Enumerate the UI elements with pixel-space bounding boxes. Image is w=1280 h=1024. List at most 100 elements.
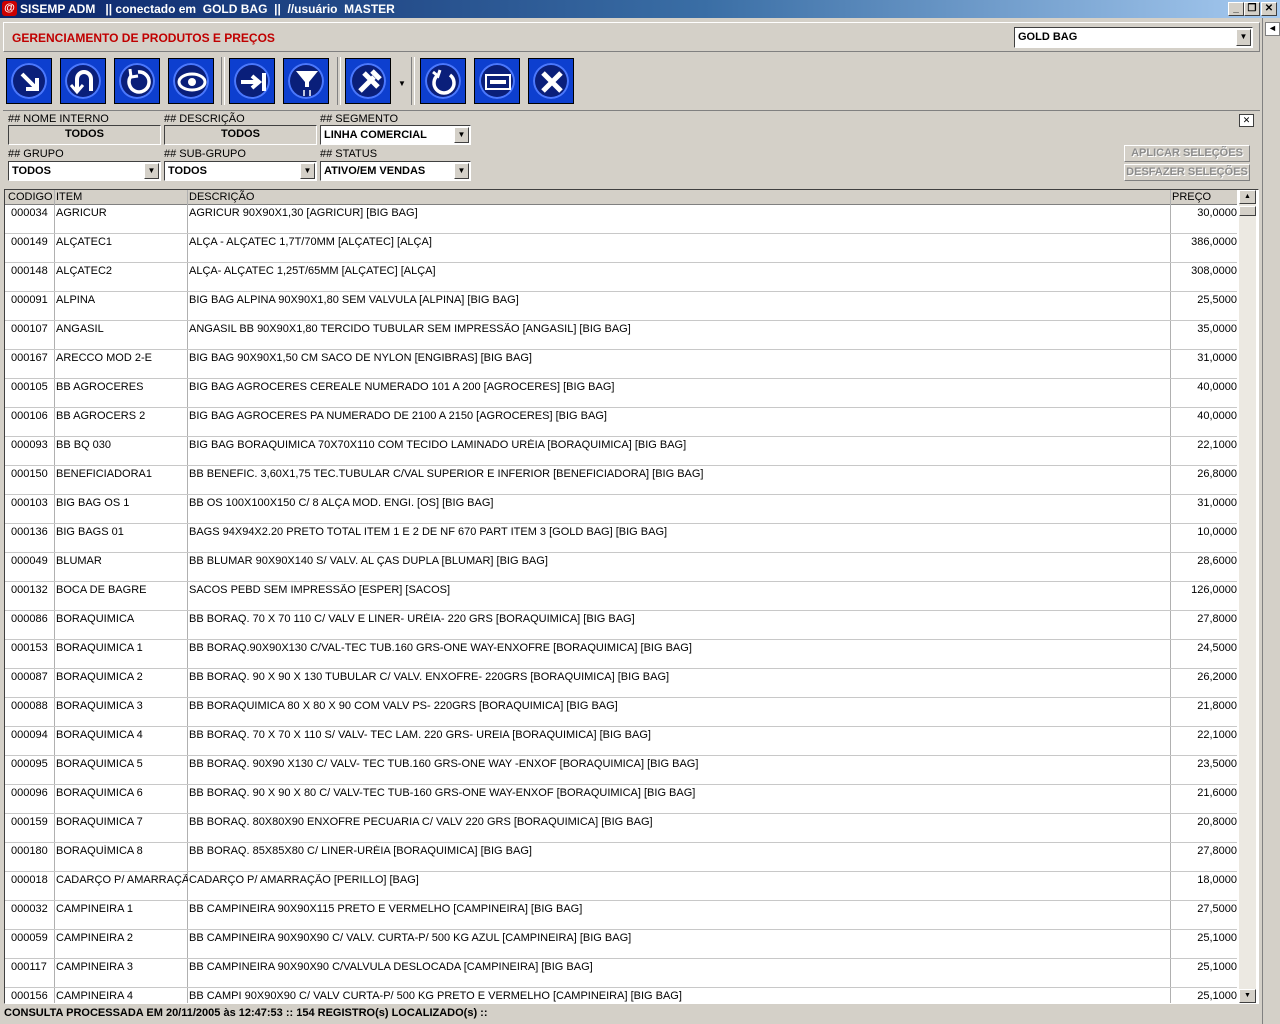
chevron-down-icon[interactable]: ▼ xyxy=(144,163,159,179)
chevron-down-icon[interactable]: ▼ xyxy=(454,163,469,179)
table-row[interactable]: 000159 BORAQUIMICA 7 BB BORAQ. 80X80X90 EN… xyxy=(5,814,1237,843)
cell-item: ARECCO MOD 2-E xyxy=(56,352,152,364)
scroll-thumb[interactable] xyxy=(1239,206,1256,216)
close-window-button[interactable]: ✕ xyxy=(1261,2,1277,16)
table-row[interactable]: 000103 BIG BAG OS 1 BB OS 100X100X150 C/ 8… xyxy=(5,495,1237,524)
cell-descricao: BIG BAG AGROCERES CEREALE NUMERADO 101 A… xyxy=(189,381,615,393)
table-row[interactable]: 000132 BOCA DE BAGRE SACOS PEBD SEM IMPRES… xyxy=(5,582,1237,611)
table-row[interactable]: 000136 BIG BAGS 01 BAGS 94X94X2.20 PRETO T… xyxy=(5,524,1237,553)
products-table: CODIGO ITEM DESCRIÇÃO PREÇO 000034 AGRICU… xyxy=(4,189,1259,1004)
apply-selections-button[interactable]: APLICAR SELEÇÕES xyxy=(1124,145,1250,162)
cell-descricao: BB CAMPINEIRA 90X90X115 PRETO E VERMELHO… xyxy=(189,903,583,915)
table-row[interactable]: 000167 ARECCO MOD 2-E BIG BAG 90X90X1,50 C… xyxy=(5,350,1237,379)
cell-item: BORAQUIMICA 5 xyxy=(56,758,143,770)
restore-button[interactable]: ❐ xyxy=(1244,2,1260,16)
cell-codigo: 000180 xyxy=(11,845,48,857)
cell-descricao: BB BORAQ. 80X80X90 ENXOFRE PECUARIA C/ V… xyxy=(189,816,653,828)
enter-button[interactable] xyxy=(6,58,52,104)
table-row[interactable]: 000086 BORAQUIMICA BB BORAQ. 70 X 70 110 C… xyxy=(5,611,1237,640)
table-row[interactable]: 000091 ALPINA BIG BAG ALPINA 90X90X1,80 SE… xyxy=(5,292,1237,321)
column-header-preco[interactable]: PREÇO xyxy=(1172,191,1211,203)
table-row[interactable]: 000105 BB AGROCERES BIG BAG AGROCERES CERE… xyxy=(5,379,1237,408)
column-header-codigo[interactable]: CODIGO xyxy=(8,191,53,203)
grupo-select[interactable]: TODOS ▼ xyxy=(8,161,161,181)
cell-codigo: 000018 xyxy=(11,874,48,886)
table-header: CODIGO ITEM DESCRIÇÃO PREÇO xyxy=(5,190,1237,205)
cell-item: CAMPINEIRA 1 xyxy=(56,903,134,915)
tools-button[interactable] xyxy=(345,58,391,104)
table-row[interactable]: 000095 BORAQUIMICA 5 BB BORAQ. 90X90 X130 … xyxy=(5,756,1237,785)
cell-item: CADARÇO P/ AMARRAÇÃO xyxy=(56,874,188,886)
close-button[interactable] xyxy=(528,58,574,104)
undo-selections-button[interactable]: DESFAZER SELEÇÕES xyxy=(1124,164,1250,181)
view-button[interactable] xyxy=(168,58,214,104)
cell-codigo: 000087 xyxy=(11,671,48,683)
column-header-item[interactable]: ITEM xyxy=(56,191,82,203)
refresh-button[interactable] xyxy=(114,58,160,104)
table-row[interactable]: 000149 ALÇATEC1 ALÇA - ALÇATEC 1,7T/70MM [… xyxy=(5,234,1237,263)
status-select[interactable]: ATIVO/EM VENDAS ▼ xyxy=(320,161,471,181)
filters-panel: ✕ ## NOME INTERNO TODOS ## DESCRIÇÃO TOD… xyxy=(3,110,1260,185)
table-row[interactable]: 000018 CADARÇO P/ AMARRAÇÃO CADARÇO P/ AMA… xyxy=(5,872,1237,901)
cell-item: CAMPINEIRA 3 xyxy=(56,961,134,973)
table-row[interactable]: 000093 BB BQ 030 BIG BAG BORAQUIMICA 70X70… xyxy=(5,437,1237,466)
table-row[interactable]: 000059 CAMPINEIRA 2 BB CAMPINEIRA 90X90X90… xyxy=(5,930,1237,959)
undo-button[interactable] xyxy=(60,58,106,104)
cell-descricao: BB BORAQ. 90 X 90 X 130 TUBULAR C/ VALV.… xyxy=(189,671,670,683)
status-label: ## STATUS xyxy=(320,148,378,160)
cell-preco: 20,8000 xyxy=(1197,816,1237,828)
app-logo-icon: @ xyxy=(2,1,17,16)
scroll-up-icon[interactable]: ▲ xyxy=(1239,190,1256,204)
cell-preco: 26,8000 xyxy=(1197,468,1237,480)
cell-codigo: 000103 xyxy=(11,497,48,509)
tools-dropdown-icon[interactable]: ▼ xyxy=(398,79,406,88)
cell-item: ANGASIL xyxy=(56,323,104,335)
scroll-down-icon[interactable]: ▼ xyxy=(1239,989,1256,1003)
table-row[interactable]: 000150 BENEFICIADORA1 BB BENEFIC. 3,60X1,7… xyxy=(5,466,1237,495)
back-arrow-icon[interactable]: ◄ xyxy=(1265,22,1280,36)
cell-codigo: 000094 xyxy=(11,729,48,741)
chevron-down-icon[interactable]: ▼ xyxy=(300,163,315,179)
segmento-label: ## SEGMENTO xyxy=(320,113,399,125)
cell-codigo: 000091 xyxy=(11,294,48,306)
filter-icon xyxy=(296,71,318,96)
status-bar: CONSULTA PROCESSADA EM 20/11/2005 às 12:… xyxy=(4,1007,488,1019)
segmento-select[interactable]: LINHA COMERCIAL ▼ xyxy=(320,125,471,145)
table-row[interactable]: 000107 ANGASIL ANGASIL BB 90X90X1,80 TERCI… xyxy=(5,321,1237,350)
nome-interno-field[interactable]: TODOS xyxy=(8,125,161,145)
table-row[interactable]: 000117 CAMPINEIRA 3 BB CAMPINEIRA 90X90X90… xyxy=(5,959,1237,988)
print-button[interactable] xyxy=(474,58,520,104)
cell-descricao: BIG BAG ALPINA 90X90X1,80 SEM VALVULA [A… xyxy=(189,294,519,306)
close-panel-icon[interactable]: ✕ xyxy=(1239,114,1254,127)
company-select[interactable]: GOLD BAG ▼ xyxy=(1014,27,1253,48)
cell-preco: 35,0000 xyxy=(1197,323,1237,335)
vertical-scrollbar[interactable]: ▲ ▼ xyxy=(1239,190,1256,1003)
cell-descricao: CADARÇO P/ AMARRAÇÃO [PERILLO] [BAG] xyxy=(189,874,419,886)
table-row[interactable]: 000032 CAMPINEIRA 1 BB CAMPINEIRA 90X90X11… xyxy=(5,901,1237,930)
column-header-descricao[interactable]: DESCRIÇÃO xyxy=(189,191,254,203)
cell-item: BORAQUÍMICA 8 xyxy=(56,845,143,857)
reload-button[interactable] xyxy=(420,58,466,104)
table-row[interactable]: 000148 ALÇATEC2 ALÇA- ALÇATEC 1,25T/65MM [… xyxy=(5,263,1237,292)
view-icon xyxy=(177,72,207,92)
table-row[interactable]: 000156 CAMPINEIRA 4 BB CAMPI 90X90X90 C/ V… xyxy=(5,988,1237,1003)
grupo-value: TODOS xyxy=(12,165,51,177)
table-row[interactable]: 000106 BB AGROCERS 2 BIG BAG AGROCERES PA … xyxy=(5,408,1237,437)
table-row[interactable]: 000034 AGRICUR AGRICUR 90X90X1,30 [AGRICUR… xyxy=(5,205,1237,234)
subgrupo-select[interactable]: TODOS ▼ xyxy=(164,161,317,181)
chevron-down-icon[interactable]: ▼ xyxy=(1236,29,1251,46)
cell-codigo: 000136 xyxy=(11,526,48,538)
table-row[interactable]: 000088 BORAQUIMICA 3 BB BORAQUIMICA 80 X 8… xyxy=(5,698,1237,727)
table-row[interactable]: 000049 BLUMAR BB BLUMAR 90X90X140 S/ VALV.… xyxy=(5,553,1237,582)
cell-codigo: 000117 xyxy=(11,961,47,973)
table-row[interactable]: 000180 BORAQUÍMICA 8 BB BORAQ. 85X85X80 C/… xyxy=(5,843,1237,872)
table-row[interactable]: 000153 BORAQUIMICA 1 BB BORAQ.90X90X130 C/… xyxy=(5,640,1237,669)
table-row[interactable]: 000094 BORAQUIMICA 4 BB BORAQ. 70 X 70 X 1… xyxy=(5,727,1237,756)
next-button[interactable] xyxy=(229,58,275,104)
minimize-button[interactable]: _ xyxy=(1228,2,1244,16)
table-row[interactable]: 000096 BORAQUIMICA 6 BB BORAQ. 90 X 90 X 8… xyxy=(5,785,1237,814)
table-row[interactable]: 000087 BORAQUIMICA 2 BB BORAQ. 90 X 90 X 1… xyxy=(5,669,1237,698)
chevron-down-icon[interactable]: ▼ xyxy=(454,127,469,143)
filter-button[interactable] xyxy=(283,58,329,104)
descricao-field[interactable]: TODOS xyxy=(164,125,317,145)
